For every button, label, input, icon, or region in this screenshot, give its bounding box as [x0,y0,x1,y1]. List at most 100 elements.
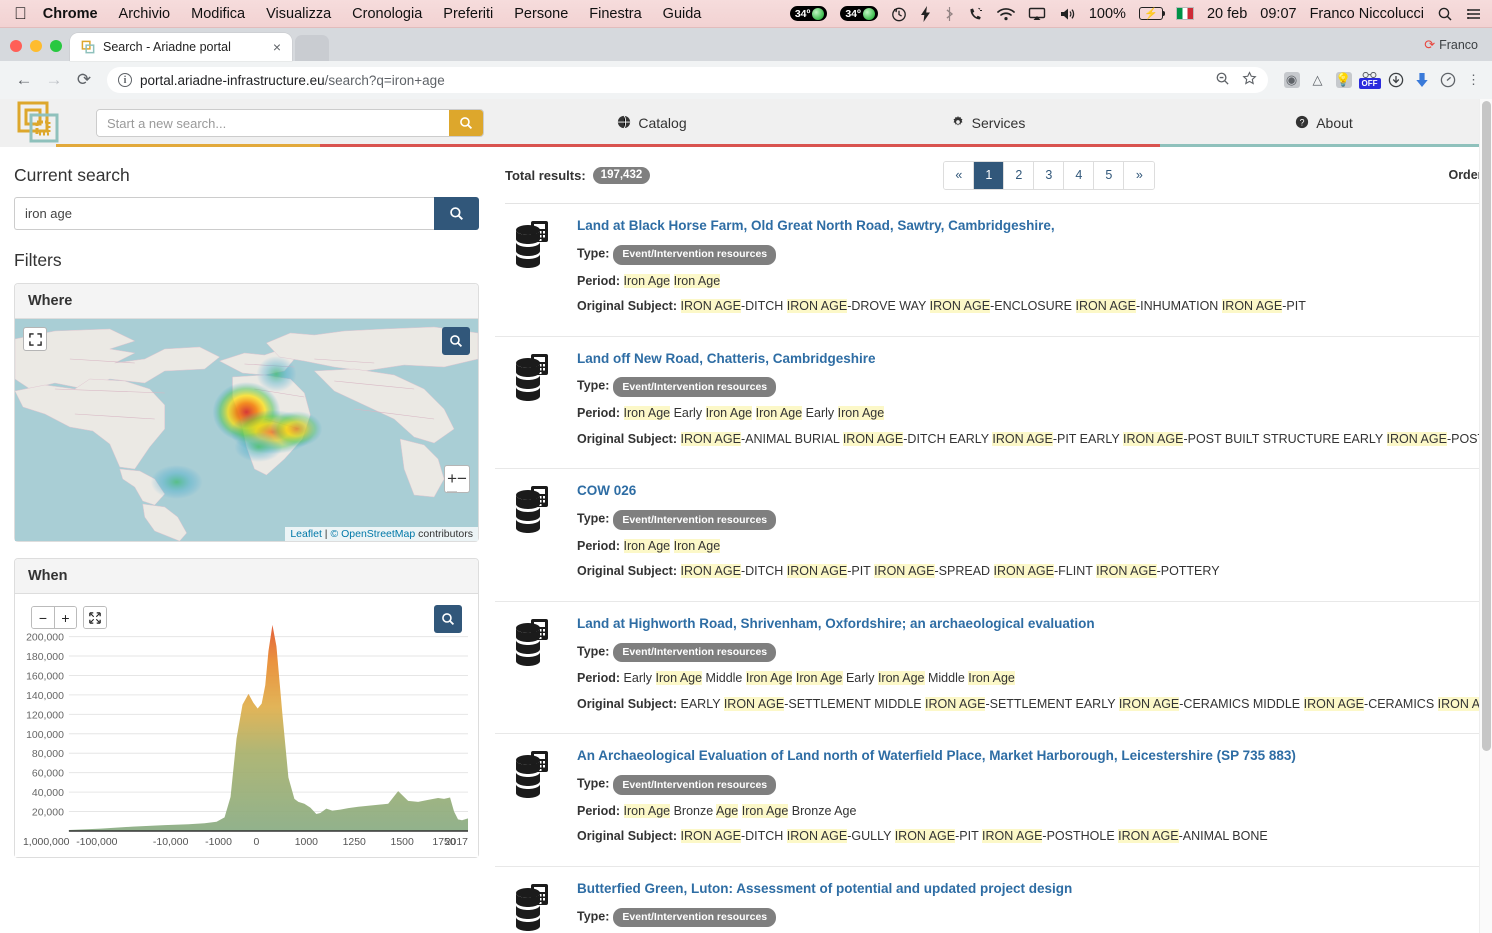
spotlight-search-icon[interactable] [1437,6,1453,22]
result-title-link[interactable]: An Archaeological Evaluation of Land nor… [577,748,1492,765]
page-button-1[interactable]: 1 [974,161,1005,189]
highlighted-term: IRON AGE [1096,564,1157,579]
ariadne-logo[interactable] [16,100,72,146]
current-search-bar[interactable] [14,197,479,230]
url-path: /search?q=iron+age [324,72,445,88]
nav-item-about[interactable]: ? About [1156,99,1492,147]
portal-navigation: Catalog Services ? About [484,99,1492,147]
page-scrollbar[interactable] [1479,99,1492,933]
openstreetmap-link[interactable]: © OpenStreetMap [330,528,415,540]
chart-zoom-in-button[interactable]: + [54,607,76,628]
result-body: Butterfied Green, Luton: Assessment of p… [577,881,1492,933]
address-bar[interactable]: i portal.ariadne-infrastructure.eu/searc… [107,67,1268,93]
apple-icon[interactable]:  [14,5,27,22]
temperature-widget-1[interactable]: 34º [789,6,828,21]
database-stack-icon [505,881,555,933]
menu-item-chrome[interactable]: Chrome [43,6,98,22]
bluetooth-icon[interactable] [944,6,955,22]
volume-icon[interactable] [1059,6,1076,22]
close-icon[interactable]: × [270,39,284,55]
browser-tabstrip: Search - Ariadne portal × ⟳ Franco [0,28,1492,61]
page-button-3[interactable]: 3 [1034,161,1065,189]
menu-item-archivio[interactable]: Archivio [119,6,171,22]
map-zoom-in-button[interactable]: + [447,466,457,492]
page-next-button[interactable]: » [1124,161,1155,189]
page-button-2[interactable]: 2 [1004,161,1035,189]
menu-item-modifica[interactable]: Modifica [191,6,245,22]
scrollbar-thumb[interactable] [1482,101,1491,751]
input-language-flag-icon[interactable] [1175,7,1194,20]
page-button-5[interactable]: 5 [1094,161,1125,189]
download-arrow-icon[interactable] [1387,72,1404,89]
highlighted-term: IRON AGE [680,564,741,579]
speedometer-icon[interactable] [1439,72,1456,89]
close-window-button[interactable] [10,40,22,52]
result-title-link[interactable]: COW 026 [577,483,1492,500]
svg-text:160,000: 160,000 [26,671,64,682]
result-body: Land at Highworth Road, Shrivenham, Oxfo… [577,616,1492,722]
menu-item-persone[interactable]: Persone [514,6,568,22]
browser-tab-active[interactable]: Search - Ariadne portal × [70,33,292,61]
temperature-widget-2[interactable]: 34º [840,6,878,21]
glasses-off-icon[interactable]: OFF [1358,71,1381,89]
map-fullscreen-button[interactable] [23,327,47,351]
page-prev-button[interactable]: « [944,161,975,189]
search-submit-button[interactable] [449,110,483,136]
current-search-button[interactable] [434,197,479,230]
time-machine-icon[interactable] [891,6,907,22]
current-search-input[interactable] [14,197,434,230]
menubar-user[interactable]: Franco Niccolucci [1310,6,1424,22]
chart-zoom-out-button[interactable]: − [32,607,54,628]
nav-item-catalog[interactable]: Catalog [484,99,820,147]
map-zoom-controls[interactable]: + − [444,465,470,493]
map-zoom-out-button[interactable]: − [457,466,467,492]
plain-term: -ENCLOSURE [990,299,1076,314]
bookmark-star-icon[interactable] [1242,71,1257,89]
google-drive-icon[interactable]: △ [1309,72,1326,89]
minimize-window-button[interactable] [30,40,42,52]
phone-icon[interactable] [968,6,984,22]
database-stack-icon [505,483,555,589]
new-tab-button[interactable] [295,35,329,61]
menu-item-preferiti[interactable]: Preferiti [443,6,493,22]
result-title-link[interactable]: Land off New Road, Chatteris, Cambridges… [577,351,1492,368]
portal-search-bar[interactable] [96,109,484,137]
blue-arrow-icon[interactable] [1413,72,1430,89]
zoom-out-icon[interactable] [1215,71,1230,89]
timeline-chart[interactable]: − + 200,000 180,000 160,000 140,000 120,… [15,594,478,857]
menu-item-cronologia[interactable]: Cronologia [352,6,422,22]
leaflet-link[interactable]: Leaflet [290,528,322,540]
page-button-4[interactable]: 4 [1064,161,1095,189]
back-button[interactable]: ← [10,66,38,94]
map-search-button[interactable] [442,327,470,355]
menu-item-guida[interactable]: Guida [663,6,702,22]
wifi-icon[interactable] [997,6,1015,22]
notification-center-icon[interactable] [1466,6,1482,22]
chrome-menu-icon[interactable]: ⋮ [1465,72,1482,89]
menu-item-visualizza[interactable]: Visualizza [266,6,331,22]
heatmap-map[interactable]: + − Leaflet | © OpenStreetMap contributo… [15,319,478,541]
flash-icon[interactable] [920,5,931,22]
forward-button[interactable]: → [40,66,68,94]
lamp-extension-icon[interactable]: 💡 [1335,72,1352,89]
battery-icon[interactable]: ⚡ [1138,7,1166,20]
plain-term: Early [623,671,656,686]
result-title-link[interactable]: Butterfied Green, Luton: Assessment of p… [577,881,1492,898]
highlighted-term: IRON AGE [842,431,904,446]
chart-fullscreen-button[interactable] [84,607,106,628]
result-title-link[interactable]: Land at Highworth Road, Shrivenham, Oxfo… [577,616,1492,633]
chrome-profile-button[interactable]: ⟳ Franco [1424,37,1478,53]
chart-search-button[interactable] [434,605,462,633]
result-title-link[interactable]: Land at Black Horse Farm, Old Great Nort… [577,218,1492,235]
nav-item-services[interactable]: Services [820,99,1156,147]
airplay-icon[interactable] [1028,6,1046,22]
highlighted-term: IRON AGE [992,431,1053,446]
extension-pocket-icon[interactable]: ◉ [1283,72,1300,89]
plain-term: -DITCH [740,829,787,844]
maximize-window-button[interactable] [50,40,62,52]
page-info-icon[interactable]: i [118,73,132,87]
search-input[interactable] [97,110,449,136]
menu-item-finestra[interactable]: Finestra [589,6,641,22]
highlighted-term: IRON AGE [929,299,991,314]
reload-button[interactable]: ⟳ [70,66,98,94]
